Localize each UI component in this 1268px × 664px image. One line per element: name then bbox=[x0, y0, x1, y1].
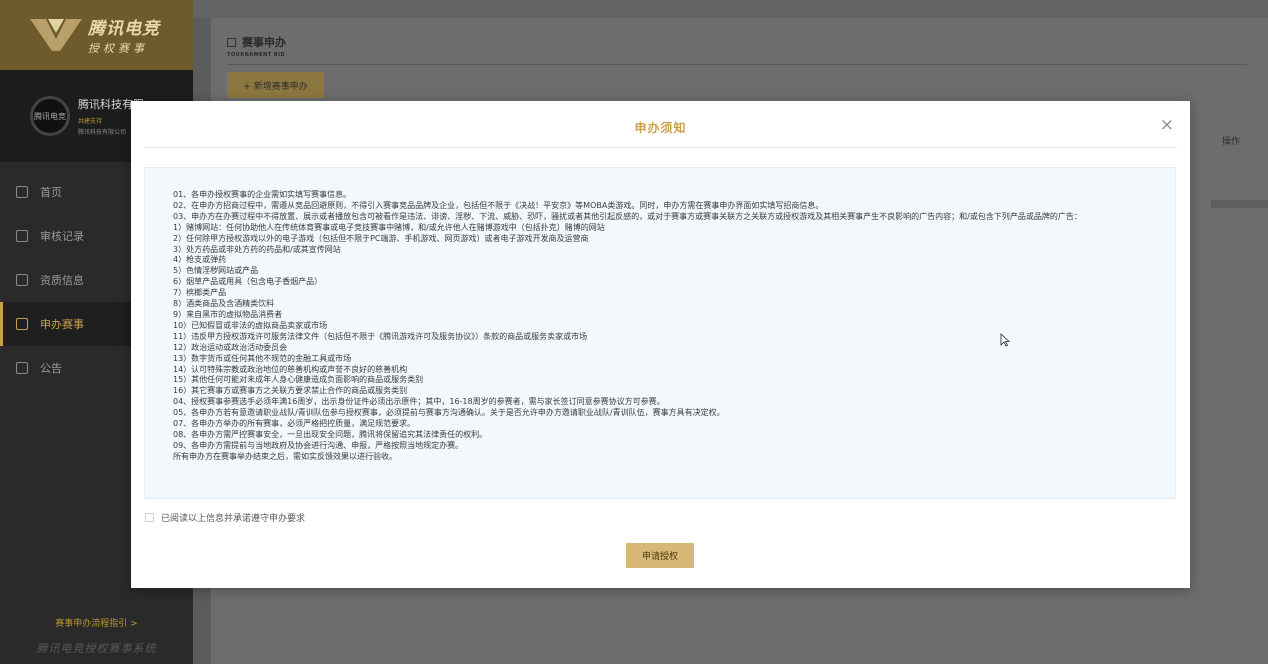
notice-line: 01、各申办授权赛事的企业需如实填写赛事信息。 bbox=[173, 190, 352, 199]
notice-line: 13）数字货币或任何其他不规范的金融工具或市场 bbox=[173, 353, 352, 363]
notice-line: 03、申办方在办赛过程中不得放置、展示或者播放包含可被看作是违法、诽谤、淫秽、下… bbox=[173, 211, 1082, 221]
agree-checkbox[interactable]: 已阅读以上信息并承诺遵守申办要求 bbox=[145, 511, 305, 524]
notice-line: 16）其它赛事方或赛事方之关联方要求禁止合作的商品或服务类别 bbox=[173, 386, 408, 396]
notice-line: 02、在申办方招商过程中，需遵从竞品回避原则，不得引入赛事竞品品牌及企业，包括但… bbox=[173, 200, 824, 210]
notice-line: 2）任何除甲方授权游戏以外的电子游戏（包括但不限于PC端游、手机游戏、网页游戏）… bbox=[173, 233, 589, 243]
audit-icon bbox=[16, 230, 28, 242]
notice-line: 09、各申办方需提前与当地政府及协会进行沟通、申报，严格按照当地规定办赛。 bbox=[173, 440, 464, 450]
apply-authorization-button[interactable]: 申请授权 bbox=[626, 543, 694, 568]
notice-line: 15）其他任何可能对未成年人身心健康造成负面影响的商品或服务类别 bbox=[173, 375, 424, 385]
notice-line: 04、授权赛事参赛选手必须年满16周岁，出示身份证件必须出示原件；其中，16-1… bbox=[173, 397, 665, 407]
brand-logo[interactable]: 腾讯电竞 授权赛事 bbox=[0, 0, 193, 70]
notice-content: 01、各申办授权赛事的企业需如实填写赛事信息。 02、在申办方招商过程中，需遵从… bbox=[144, 167, 1176, 499]
sidebar-item-label: 首页 bbox=[40, 186, 62, 199]
system-name: 腾讯电竞授权赛事系统 bbox=[36, 642, 157, 655]
avatar: 腾讯电竞 bbox=[30, 96, 70, 136]
notice-line: 4）枪支或弹药 bbox=[173, 255, 227, 265]
notice-line: 10）已知假冒或非法的虚拟商品卖家或市场 bbox=[173, 320, 328, 330]
mouse-cursor-icon bbox=[1000, 333, 1010, 347]
sidebar-item-label: 资质信息 bbox=[40, 274, 84, 287]
sidebar-item-label: 审核记录 bbox=[40, 230, 84, 243]
notice-modal: 申办须知 × 01、各申办授权赛事的企业需如实填写赛事信息。 02、在申办方招商… bbox=[131, 101, 1190, 588]
notice-line: 08、各申办方需严控赛事安全，一旦出现安全问题，腾讯将保留追究其法律责任的权利。 bbox=[173, 429, 488, 439]
id-card-icon bbox=[16, 274, 28, 286]
modal-title: 申办须知 bbox=[634, 121, 687, 135]
logo-title: 腾讯电竞 bbox=[88, 19, 160, 39]
notice-line: 9）来自黑市的虚拟物品消费者 bbox=[173, 309, 283, 319]
page-subtitle: TOURNAMENT BID bbox=[227, 52, 286, 58]
checkbox-icon[interactable] bbox=[145, 513, 154, 522]
notice-line: 6）烟草产品或用具（包含电子香烟产品） bbox=[173, 277, 323, 287]
table-header-operation: 操作 bbox=[1221, 137, 1240, 147]
notice-line: 05、各申办方若有意邀请职业战队/青训队伍参与授权赛事，必须提前与赛事方沟通确认… bbox=[173, 408, 725, 418]
agree-label: 已阅读以上信息并承诺遵守申办要求 bbox=[161, 514, 306, 524]
table-row bbox=[1211, 200, 1268, 208]
close-icon[interactable]: × bbox=[1160, 117, 1174, 134]
notice-line: 8）酒类商品及含酒精类饮料 bbox=[173, 299, 275, 309]
document-icon bbox=[16, 318, 28, 330]
notice-line: 14）认可特殊宗教或政治地位的慈善机构或声誉不良好的慈善机构 bbox=[173, 364, 408, 374]
notice-line: 1）赌博网站：任何协助他人在传统体育赛事或电子竞技赛事中赌博，和/或允许他人在赌… bbox=[173, 222, 605, 232]
document-icon bbox=[227, 38, 236, 47]
announcement-icon bbox=[16, 362, 28, 374]
notice-line: 07、各申办方举办的所有赛事，必须严格把控质量，满足规范要求。 bbox=[173, 419, 416, 429]
notice-line: 3）处方药品或非处方药的药品和/或其宣传网站 bbox=[173, 244, 341, 254]
divider bbox=[144, 147, 1177, 148]
process-guide-link[interactable]: 赛事申办流程指引 > bbox=[0, 616, 193, 629]
home-icon bbox=[16, 186, 28, 198]
add-bid-button[interactable]: + 新增赛事申办 bbox=[227, 72, 324, 98]
sidebar-item-label: 公告 bbox=[40, 362, 62, 375]
sidebar-item-label: 申办赛事 bbox=[40, 318, 84, 331]
top-bar bbox=[193, 0, 1268, 18]
notice-line: 所有申办方在赛事举办结束之后，需如实反馈效果以进行验收。 bbox=[173, 451, 397, 461]
logo-subtitle: 授权赛事 bbox=[88, 42, 148, 55]
notice-line: 5）色情淫秽网站或产品 bbox=[173, 266, 259, 276]
v-logo-icon bbox=[30, 17, 82, 53]
page-title: 赛事申办 bbox=[227, 34, 286, 50]
divider bbox=[227, 64, 1247, 65]
notice-line: 7）槟榔类产品 bbox=[173, 288, 227, 298]
